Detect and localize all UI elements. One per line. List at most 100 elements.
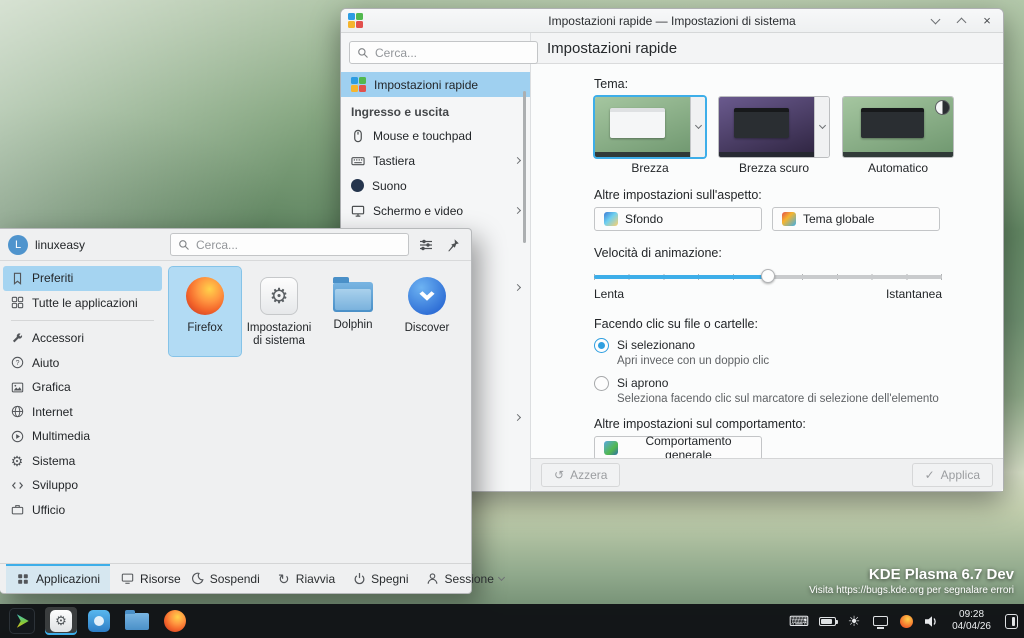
page-title: Impostazioni rapide xyxy=(531,33,1003,64)
animation-speed-slider[interactable] xyxy=(594,268,942,284)
auto-theme-badge-icon xyxy=(935,100,950,115)
theme-card-breeze[interactable]: Brezza xyxy=(594,96,706,175)
category-graphics[interactable]: Grafica xyxy=(3,375,162,400)
theme-dropdown-button[interactable] xyxy=(814,97,829,157)
theme-preview-dark xyxy=(719,97,814,157)
reset-button[interactable]: ↺ Azzera xyxy=(541,463,621,487)
display-tray-icon[interactable] xyxy=(872,611,888,631)
application-launcher-button[interactable] xyxy=(5,607,39,635)
category-development[interactable]: Sviluppo xyxy=(3,473,162,498)
category-help[interactable]: ? Aiuto xyxy=(3,351,162,376)
search-icon xyxy=(179,239,189,250)
nav-item-sound[interactable]: Suono xyxy=(341,173,530,198)
settings-search[interactable] xyxy=(349,41,538,64)
file-click-label: Facendo clic su file o cartelle: xyxy=(594,317,758,331)
chevron-right-icon xyxy=(513,206,522,215)
suspend-moon-icon xyxy=(191,572,205,586)
dolphin-task-icon xyxy=(125,609,149,630)
radio-checked-icon[interactable] xyxy=(594,337,609,353)
category-all-applications[interactable]: Tutte le applicazioni xyxy=(3,291,162,316)
theme-dropdown-button[interactable] xyxy=(690,97,705,157)
battery-icon[interactable] xyxy=(819,611,839,631)
settings-search-input[interactable] xyxy=(375,45,530,60)
window-footer: ↺ Azzera ✓ Applica xyxy=(531,458,1003,491)
category-internet[interactable]: Internet xyxy=(3,400,162,425)
panel-settings-icon[interactable] xyxy=(1003,611,1019,631)
search-icon xyxy=(358,47,368,58)
sound-icon xyxy=(351,179,364,192)
power-icon xyxy=(352,572,366,586)
theme-card-breeze-dark[interactable]: Brezza scuro xyxy=(718,96,830,175)
quick-settings-icon xyxy=(351,77,366,92)
suspend-button[interactable]: Sospendi xyxy=(191,572,260,586)
mouse-icon xyxy=(354,129,362,142)
all-apps-icon xyxy=(10,296,24,310)
firefox-tray-icon[interactable] xyxy=(898,611,914,631)
user-avatar[interactable]: L xyxy=(8,234,28,255)
theme-card-automatic[interactable]: Automatico xyxy=(842,96,954,175)
nav-item-display-video[interactable]: Schermo e video xyxy=(341,198,530,223)
session-button[interactable]: Sessione xyxy=(426,572,505,586)
radio-select-option[interactable]: Si selezionano xyxy=(594,336,975,354)
category-accessories[interactable]: Accessori xyxy=(3,326,162,351)
category-multimedia[interactable]: Multimedia xyxy=(3,424,162,449)
theme-preview-light xyxy=(595,97,690,157)
nav-item-keyboard[interactable]: Tastiera xyxy=(341,148,530,173)
general-behavior-button[interactable]: Comportamento generale xyxy=(594,434,762,458)
tab-applications[interactable]: Applicazioni xyxy=(6,564,111,593)
tab-places[interactable]: Risorse xyxy=(110,564,191,593)
task-app-blue[interactable] xyxy=(83,607,115,635)
volume-icon[interactable] xyxy=(924,611,940,631)
sidebar-scrollbar[interactable] xyxy=(523,91,526,243)
app-dolphin[interactable]: Dolphin xyxy=(317,267,389,356)
apply-button[interactable]: ✓ Applica xyxy=(911,463,993,487)
application-launcher-popup: L linuxeasy Preferiti Tutte l xyxy=(0,228,505,594)
user-session-icon xyxy=(426,572,440,586)
digital-clock[interactable]: 09:28 04/04/26 xyxy=(950,609,993,633)
quick-settings-page: Tema: Brezza Brezza scuro Automatico Alt… xyxy=(531,64,1003,458)
window-title: Impostazioni rapide — Impostazioni di si… xyxy=(548,13,796,28)
graphics-icon xyxy=(10,380,24,394)
slider-handle[interactable] xyxy=(761,269,775,283)
radio-unchecked-icon[interactable] xyxy=(594,375,609,391)
launcher-header: L linuxeasy xyxy=(0,229,471,261)
nav-item-mouse-touchpad[interactable]: Mouse e touchpad xyxy=(341,123,530,148)
shutdown-button[interactable]: Spegni xyxy=(352,572,409,586)
nav-section-input-output: Ingresso e uscita xyxy=(351,105,450,119)
places-tab-icon xyxy=(120,572,134,586)
radio-open-option[interactable]: Si aprono xyxy=(594,374,975,392)
app-discover[interactable]: Discover xyxy=(391,267,463,356)
nav-item-quick-settings[interactable]: Impostazioni rapide xyxy=(341,72,530,97)
accessories-icon xyxy=(10,331,24,345)
close-button[interactable]: × xyxy=(978,12,996,30)
app-system-settings[interactable]: ⚙ Impostazioni di sistema xyxy=(243,267,315,356)
launcher-search-input[interactable] xyxy=(196,237,401,252)
check-icon: ✓ xyxy=(924,468,935,482)
restart-button[interactable]: ↻ Riavvia xyxy=(277,572,335,586)
system-gear-icon: ⚙ xyxy=(10,452,24,469)
category-system[interactable]: ⚙ Sistema xyxy=(3,449,162,474)
task-system-settings[interactable]: ⚙ xyxy=(45,607,77,635)
chevron-down-icon xyxy=(818,121,826,130)
app-firefox[interactable]: Firefox xyxy=(168,265,242,358)
wallpaper-button[interactable]: Sfondo xyxy=(594,207,762,231)
maximize-button[interactable] xyxy=(952,12,970,30)
slider-min-label: Lenta xyxy=(594,287,625,301)
slider-fill xyxy=(594,275,768,279)
discover-icon xyxy=(408,277,446,315)
task-firefox[interactable] xyxy=(159,607,191,635)
category-favorites[interactable]: Preferiti xyxy=(3,266,162,291)
category-office[interactable]: Ufficio xyxy=(3,498,162,523)
bug-report-note: Visita https://bugs.kde.org per segnalar… xyxy=(809,585,1014,596)
global-theme-button[interactable]: Tema globale xyxy=(772,207,940,231)
sort-configure-icon[interactable] xyxy=(416,235,436,255)
titlebar[interactable]: Impostazioni rapide — Impostazioni di si… xyxy=(341,9,1003,33)
clock-time: 09:28 xyxy=(959,609,985,620)
animation-speed-label: Velocità di animazione: xyxy=(594,246,722,260)
brightness-icon[interactable]: ☀ xyxy=(846,611,862,631)
task-dolphin[interactable] xyxy=(121,607,153,635)
system-settings-icon: ⚙ xyxy=(260,277,298,315)
pin-icon[interactable] xyxy=(443,235,463,255)
launcher-search[interactable] xyxy=(170,233,409,256)
keyboard-tray-icon[interactable]: ⌨ xyxy=(789,611,809,631)
